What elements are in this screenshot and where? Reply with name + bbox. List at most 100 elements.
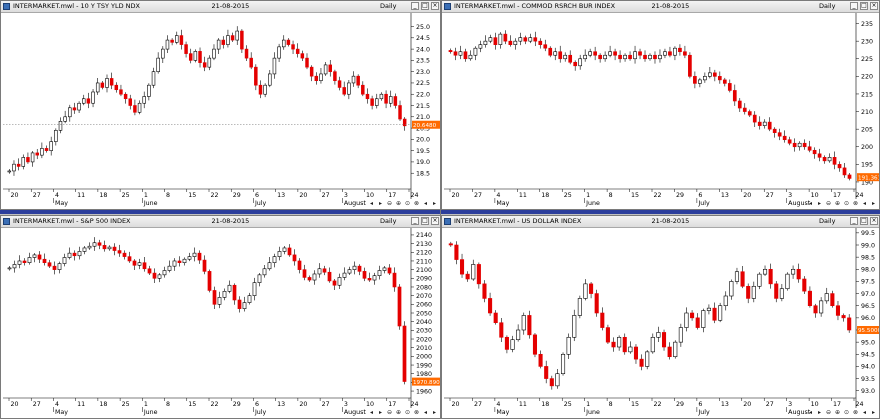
settings-icon[interactable]: ⊗ — [852, 409, 859, 416]
chart-pane-dxy[interactable]: INTERMARKET.mwl - US DOLLAR INDEX 21-08-2… — [441, 215, 880, 419]
page-left-icon[interactable]: ◂ — [422, 409, 429, 416]
candlestick — [723, 291, 728, 311]
x-tick-label: 6 — [255, 192, 259, 199]
scroll-left-icon[interactable]: ◂ — [368, 200, 375, 207]
candlestick — [785, 272, 790, 291]
zoom-out-icon[interactable]: ⊖ — [386, 200, 393, 207]
x-tick-label: 18 — [99, 192, 107, 199]
reset-zoom-icon[interactable]: ⊙ — [404, 200, 411, 207]
x-tick-label: 18 — [541, 192, 549, 199]
scroll-right-icon[interactable]: ▸ — [377, 409, 384, 416]
minimize-button[interactable]: _ — [850, 2, 858, 10]
pane-date: 21-08-2015 — [651, 217, 690, 225]
page-right-icon[interactable]: ▸ — [431, 409, 438, 416]
candlestick — [792, 138, 797, 152]
settings-icon[interactable]: ⊗ — [852, 200, 859, 207]
x-tick-label: 13 — [277, 401, 285, 408]
candlestick — [114, 82, 119, 93]
y-tick-label: 98.0 — [861, 267, 875, 274]
scroll-right-icon[interactable]: ▸ — [816, 409, 823, 416]
month-label: June — [585, 409, 600, 416]
candlestick — [372, 272, 377, 285]
candlestick — [717, 71, 722, 84]
zoom-out-icon[interactable]: ⊖ — [825, 409, 832, 416]
candlestick — [463, 48, 468, 62]
minimize-button[interactable]: _ — [411, 217, 419, 225]
zoom-out-icon[interactable]: ⊖ — [825, 200, 832, 207]
x-tick-label: 20 — [299, 192, 307, 199]
candlestick — [465, 271, 470, 282]
chart-pane-crb[interactable]: INTERMARKET.mwl - COMMOD RSRCH BUR INDEX… — [441, 0, 880, 210]
price-chart[interactable]: 1960197019801990200020102020203020402050… — [1, 227, 441, 419]
close-button[interactable]: × — [431, 2, 439, 10]
x-tick-label: 15 — [188, 192, 196, 199]
candlestick — [193, 49, 198, 63]
page-left-icon[interactable]: ◂ — [861, 200, 868, 207]
candlestick — [779, 283, 784, 302]
scroll-right-icon[interactable]: ▸ — [816, 200, 823, 207]
candlestick — [202, 255, 207, 275]
month-label: May — [55, 409, 68, 416]
candlestick — [544, 360, 549, 384]
page-left-icon[interactable]: ◂ — [861, 409, 868, 416]
pane-date: 21-08-2015 — [211, 2, 250, 10]
zoom-in-icon[interactable]: ⊕ — [395, 200, 402, 207]
candlestick — [107, 245, 112, 251]
reset-zoom-icon[interactable]: ⊙ — [404, 409, 411, 416]
candlestick — [292, 249, 297, 266]
y-tick-label: 94.0 — [861, 364, 875, 371]
page-right-icon[interactable]: ▸ — [870, 409, 877, 416]
settings-icon[interactable]: ⊗ — [413, 409, 420, 416]
page-right-icon[interactable]: ▸ — [431, 200, 438, 207]
maximize-button[interactable]: □ — [860, 2, 868, 10]
chart-window-icon — [3, 218, 10, 225]
close-button[interactable]: × — [870, 217, 878, 225]
maximize-button[interactable]: □ — [421, 217, 429, 225]
candlestick — [21, 154, 26, 170]
price-chart[interactable]: 93.093.594.094.595.095.596.096.597.097.5… — [442, 227, 880, 419]
candlestick — [44, 145, 49, 153]
candlestick — [807, 286, 812, 308]
candlestick — [122, 250, 127, 260]
candlestick — [297, 258, 302, 274]
maximize-button[interactable]: □ — [860, 217, 868, 225]
settings-icon[interactable]: ⊗ — [413, 200, 420, 207]
scroll-left-icon[interactable]: ◂ — [807, 409, 814, 416]
scroll-left-icon[interactable]: ◂ — [807, 200, 814, 207]
scroll-left-icon[interactable]: ◂ — [368, 409, 375, 416]
candlestick — [258, 80, 263, 99]
zoom-in-icon[interactable]: ⊕ — [395, 409, 402, 416]
candlestick — [268, 70, 272, 88]
y-tick-label: 2010 — [416, 345, 432, 352]
candlestick — [523, 35, 528, 45]
minimize-button[interactable]: _ — [850, 217, 858, 225]
y-tick-label: 230 — [861, 38, 873, 45]
scroll-right-icon[interactable]: ▸ — [377, 200, 384, 207]
candlestick — [62, 253, 67, 267]
candlestick — [538, 350, 543, 369]
chart-pane-spx[interactable]: INTERMARKET.mwl - S&P 500 INDEX 21-08-201… — [0, 215, 441, 419]
close-button[interactable]: × — [870, 2, 878, 10]
page-left-icon[interactable]: ◂ — [422, 200, 429, 207]
candlestick — [847, 314, 852, 333]
minimize-button[interactable]: _ — [411, 2, 419, 10]
candlestick — [151, 67, 156, 89]
zoom-in-icon[interactable]: ⊕ — [834, 200, 841, 207]
reset-zoom-icon[interactable]: ⊙ — [843, 409, 850, 416]
zoom-out-icon[interactable]: ⊖ — [386, 409, 393, 416]
price-chart[interactable]: 18.519.019.520.020.521.021.522.022.523.0… — [1, 12, 441, 210]
maximize-button[interactable]: □ — [421, 2, 429, 10]
reset-zoom-icon[interactable]: ⊙ — [843, 200, 850, 207]
pane-date: 21-08-2015 — [651, 2, 690, 10]
page-right-icon[interactable]: ▸ — [870, 200, 877, 207]
candlestick — [796, 263, 801, 283]
chart-pane-tyx[interactable]: INTERMARKET.mwl - 10 Y TSY YLD NDX 21-08-… — [0, 0, 441, 210]
candlestick — [47, 259, 52, 269]
vertical-splitter[interactable] — [440, 210, 441, 419]
price-chart[interactable]: 19019520020521021522022523023520 27 4 11 18 2… — [442, 12, 880, 210]
y-tick-label: 200 — [861, 144, 873, 151]
candlestick — [262, 264, 267, 278]
candlestick — [342, 267, 347, 281]
close-button[interactable]: × — [431, 217, 439, 225]
zoom-in-icon[interactable]: ⊕ — [834, 409, 841, 416]
